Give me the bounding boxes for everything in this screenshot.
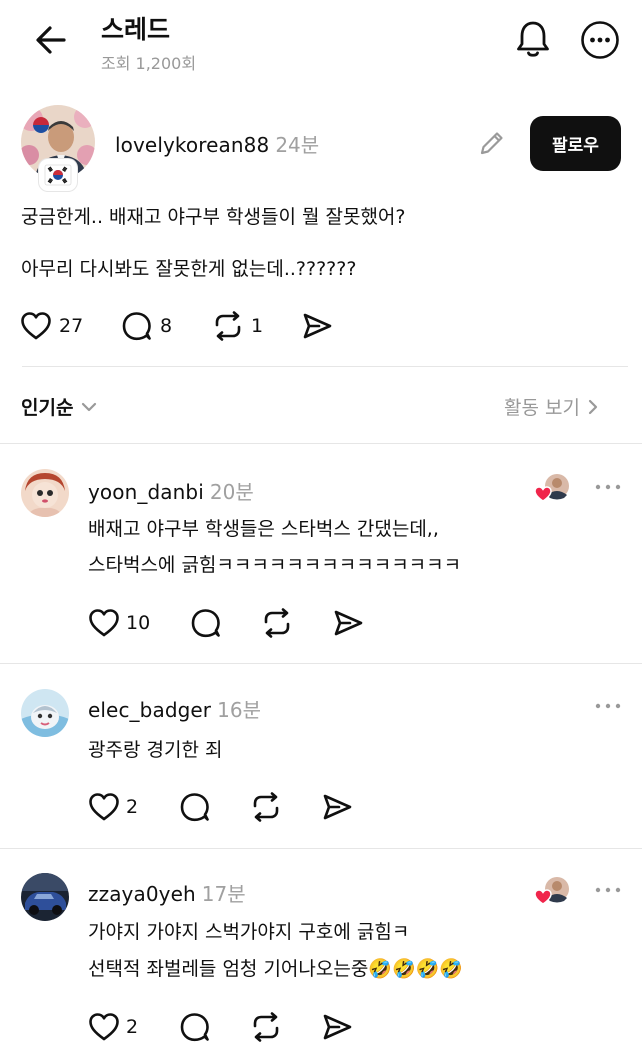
share-icon [323, 794, 352, 820]
bell-icon [517, 21, 549, 57]
reply-share-button[interactable] [332, 608, 364, 638]
reply-line-1: 광주랑 경기한 죄 [88, 739, 223, 761]
reply-avatar-image [21, 469, 69, 517]
post-comment-button[interactable]: 8 [121, 311, 172, 341]
reply-more-button[interactable] [594, 881, 622, 899]
reply-repost-button[interactable] [250, 792, 282, 822]
more-horizontal-icon [595, 703, 621, 709]
reply-username[interactable]: zzaya0yeh [88, 882, 196, 906]
reply-username[interactable]: elec_badger [88, 698, 211, 722]
post-repost-count: 1 [251, 315, 264, 337]
comment-icon [180, 793, 209, 822]
reply-share-button[interactable] [321, 1012, 353, 1042]
comment-icon [122, 312, 151, 341]
heart-icon [89, 1013, 119, 1041]
reply-header: elec_badger 16분 [88, 694, 261, 723]
post-username[interactable]: lovelykorean88 [115, 133, 269, 157]
share-icon [303, 313, 332, 339]
reply-avatar-image [21, 689, 69, 737]
post-like-count: 27 [59, 315, 84, 337]
author-flag-badge [39, 159, 77, 191]
activity-link[interactable]: 활동 보기 [504, 393, 602, 420]
reply-time: 16분 [217, 698, 261, 722]
pencil-icon [480, 132, 503, 155]
back-arrow-icon [36, 26, 66, 54]
reply-like-count: 2 [126, 796, 139, 818]
reply-like-count: 2 [126, 1016, 139, 1038]
reply-comment-button[interactable] [190, 608, 222, 638]
post-comment-count: 8 [160, 315, 173, 337]
share-icon [334, 610, 363, 636]
reply-line-2: 선택적 좌벌레들 엄청 기어나오는중🤣🤣🤣🤣 [88, 958, 463, 980]
divider [0, 663, 642, 664]
post-repost-button[interactable]: 1 [212, 311, 263, 341]
author-liked-avatar-icon [534, 474, 569, 502]
comment-icon [191, 609, 220, 638]
view-count: 조회 1,200회 [101, 54, 197, 73]
more-horizontal-icon [595, 887, 621, 893]
reply-line-1: 배재고 야구부 학생들은 스타벅스 간댔는데,, [88, 518, 439, 540]
post-header: lovelykorean88 24분 [115, 129, 319, 158]
divider [22, 366, 628, 367]
reply-repost-button[interactable] [250, 1012, 282, 1042]
more-icon [581, 21, 619, 59]
comment-icon [180, 1013, 209, 1042]
author-liked-avatar-icon [534, 877, 569, 905]
reply-line-2: 스타벅스에 긁힘ㅋㅋㅋㅋㅋㅋㅋㅋㅋㅋㅋㅋㅋㅋ [88, 554, 462, 576]
reply-share-button[interactable] [321, 792, 353, 822]
reply-like-button[interactable]: 10 [88, 608, 150, 638]
reply-more-button[interactable] [594, 478, 622, 496]
reply-comment-button[interactable] [179, 792, 211, 822]
post-time: 24분 [275, 133, 320, 157]
sort-dropdown[interactable]: 인기순 [21, 393, 100, 420]
share-icon [323, 1014, 352, 1040]
author-liked-indicator [534, 876, 572, 906]
heart-icon [21, 312, 51, 340]
korean-flag-badge [44, 164, 72, 186]
reply-like-button[interactable]: 2 [88, 792, 138, 822]
follow-button[interactable]: 팔로우 [530, 116, 621, 171]
repost-icon [253, 1012, 279, 1042]
reply-avatar[interactable] [21, 469, 69, 517]
chevron-right-icon [588, 399, 598, 414]
repost-icon [215, 311, 241, 341]
reply-avatar[interactable] [21, 689, 69, 737]
reply-repost-button[interactable] [261, 608, 293, 638]
divider [0, 848, 642, 849]
reply-comment-button[interactable] [179, 1012, 211, 1042]
reply-time: 17분 [201, 882, 246, 906]
reply-header: yoon_danbi 20분 [88, 476, 254, 505]
reply-more-button[interactable] [594, 697, 622, 715]
reply-time: 20분 [209, 480, 254, 504]
post-line-1: 궁금한게.. 배재고 야구부 학생들이 뭘 잘못했어? [21, 206, 406, 228]
heart-icon [89, 609, 119, 637]
more-options-button[interactable] [580, 20, 620, 60]
reply-avatar[interactable] [21, 873, 69, 921]
notifications-button[interactable] [512, 18, 554, 60]
reply-avatar-image [21, 873, 69, 921]
back-button[interactable] [30, 22, 70, 58]
edit-button[interactable] [477, 128, 507, 158]
chevron-down-icon [82, 402, 97, 411]
more-horizontal-icon [595, 484, 621, 490]
post-line-2: 아무리 다시봐도 잘못한게 없는데..?????? [21, 258, 357, 280]
reply-like-count: 10 [126, 612, 151, 634]
reply-line-1: 가야지 가야지 스벅가야지 구호에 긁힘ㅋ [88, 921, 410, 943]
heart-icon [89, 793, 119, 821]
repost-icon [253, 792, 279, 822]
reply-like-button[interactable]: 2 [88, 1012, 138, 1042]
repost-icon [264, 608, 290, 638]
divider [0, 443, 642, 444]
reply-header: zzaya0yeh 17분 [88, 878, 246, 907]
reply-username[interactable]: yoon_danbi [88, 480, 204, 504]
activity-label: 활동 보기 [504, 397, 580, 419]
author-liked-indicator [534, 473, 572, 503]
sort-label: 인기순 [21, 397, 74, 419]
post-like-button[interactable]: 27 [20, 311, 83, 341]
page-title: 스레드 [101, 15, 171, 44]
post-share-button[interactable] [301, 311, 333, 341]
